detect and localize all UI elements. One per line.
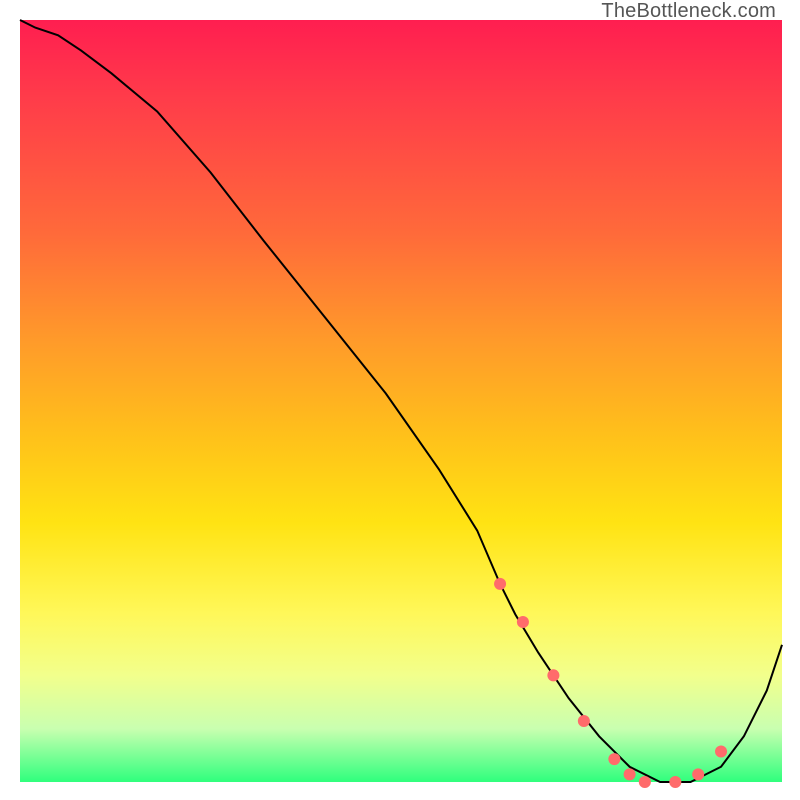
highlight-dot	[624, 768, 636, 780]
highlight-dot	[494, 578, 506, 590]
highlight-dot	[715, 746, 727, 758]
plot-area	[20, 20, 782, 782]
highlight-dot	[578, 715, 590, 727]
highlight-dot	[547, 669, 559, 681]
highlight-dot	[639, 776, 651, 788]
chart-stage: TheBottleneck.com	[0, 0, 800, 800]
highlight-dot	[608, 753, 620, 765]
highlight-dot	[692, 768, 704, 780]
highlight-dot	[517, 616, 529, 628]
highlight-dot	[669, 776, 681, 788]
curve-svg	[20, 20, 782, 782]
curve-path	[20, 20, 782, 782]
